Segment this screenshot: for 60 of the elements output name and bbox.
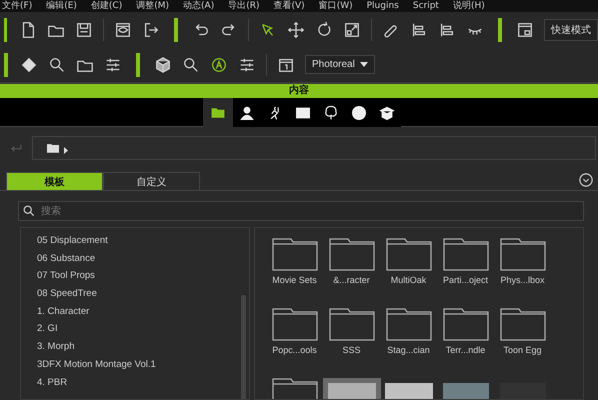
item-label: Stag...cian	[387, 345, 430, 355]
menu-item[interactable]: 编辑(E)	[46, 0, 77, 12]
sliders-icon[interactable]	[104, 56, 122, 74]
panel-title: 内容	[289, 85, 309, 97]
tree-item[interactable]: 4. PBR	[37, 374, 249, 392]
tree-item[interactable]: 06 Substance	[37, 250, 249, 268]
scale-icon[interactable]	[343, 20, 361, 38]
tree-item[interactable]: 1. Character	[37, 302, 249, 320]
folder-icon[interactable]	[47, 143, 59, 153]
caret-icon	[360, 62, 368, 67]
save-icon[interactable]	[75, 20, 93, 38]
menu-item[interactable]: 说明(H)	[452, 0, 485, 12]
tab[interactable]: 模板	[6, 172, 103, 190]
item-label: Parti...oject	[442, 275, 488, 285]
menu-item[interactable]: 文件(F)	[2, 0, 32, 12]
category-tab[interactable]	[233, 98, 261, 127]
item-label: Phys...lbox	[500, 275, 545, 285]
tree-item[interactable]: 3. Morph	[37, 338, 249, 356]
caret-right-icon[interactable]	[64, 146, 68, 154]
layout-icon[interactable]	[516, 20, 534, 38]
menu-item[interactable]: 调整(M)	[136, 0, 170, 12]
diamond-icon[interactable]	[20, 56, 38, 74]
tab[interactable]: 自定义	[103, 172, 200, 190]
menu-item[interactable]: Script	[412, 0, 439, 12]
box-icon	[379, 104, 395, 120]
preview-icon[interactable]	[114, 20, 132, 38]
menu-item[interactable]: 窗口(W)	[318, 0, 353, 12]
menu-item[interactable]: 查看(V)	[274, 0, 305, 12]
zoom-icon[interactable]	[48, 56, 66, 74]
exit-icon[interactable]	[142, 20, 160, 38]
item-label: Terr...ndle	[446, 345, 486, 355]
menu-item[interactable]: Plugins	[366, 0, 399, 12]
scrollbar[interactable]	[241, 295, 246, 399]
menu-item[interactable]: 创建(C)	[90, 0, 122, 12]
item-label: Popc...ools	[272, 345, 317, 355]
align-add-icon[interactable]	[438, 20, 456, 38]
item-label: Toon Egg	[503, 345, 542, 355]
tree-item[interactable]: 2. GI	[37, 320, 249, 338]
render-dropdown[interactable]: Photoreal	[305, 55, 375, 74]
tree-icon	[323, 104, 339, 120]
item-label: SSS	[342, 345, 360, 355]
cube-icon[interactable]	[154, 56, 172, 74]
tree-item[interactable]: 05 Displacement	[37, 232, 249, 250]
search-icon	[23, 205, 34, 216]
item-label: Movie Sets	[272, 275, 317, 285]
sliders-icon[interactable]	[238, 56, 256, 74]
mode-button[interactable]: 快速模式	[544, 18, 598, 40]
search-field[interactable]: 搜索	[18, 201, 584, 221]
item-label: MultiOak	[390, 275, 426, 285]
chevron-down-circle-icon[interactable]	[579, 173, 593, 187]
tree-item[interactable]: 07 Tool Props	[37, 267, 249, 286]
menu-item[interactable]: 导出(R)	[228, 0, 260, 12]
search-icon[interactable]	[182, 56, 200, 74]
align-left-icon[interactable]	[410, 20, 428, 38]
move-icon[interactable]	[287, 20, 305, 38]
tree-item[interactable]: 3DFX Motion Montage Vol.1	[37, 356, 249, 374]
person-icon	[239, 104, 255, 120]
tree-item[interactable]: 08 SpeedTree	[37, 285, 249, 303]
item-label: &...racter	[333, 275, 370, 285]
menu-item[interactable]: 动态(A)	[183, 0, 214, 12]
